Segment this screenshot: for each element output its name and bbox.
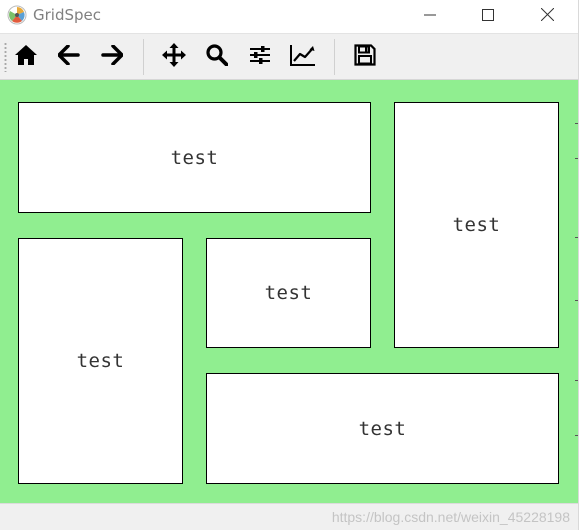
axes-text: test	[452, 214, 501, 236]
edge-tick-mark	[575, 237, 578, 238]
save-icon	[354, 44, 376, 70]
axes-text: test	[358, 417, 407, 440]
edge-tick-mark	[575, 300, 578, 301]
arrow-right-icon	[101, 44, 124, 69]
maximize-icon	[482, 6, 494, 25]
navigation-toolbar	[0, 33, 578, 80]
axes-left-tall[interactable]: test	[18, 238, 183, 484]
toolbar-grip[interactable]	[4, 42, 7, 72]
configure-subplots-button[interactable]	[242, 40, 278, 74]
home-icon	[14, 44, 38, 70]
edge-tick-mark	[575, 123, 578, 124]
edge-tick-mark	[575, 380, 578, 381]
axes-text: test	[170, 146, 219, 169]
axes-text: test	[264, 282, 313, 304]
pan-button[interactable]	[156, 40, 192, 74]
figure-canvas[interactable]: test test test test test	[0, 80, 578, 503]
title-bar[interactable]: GridSpec	[0, 0, 578, 31]
toolbar-separator	[143, 39, 144, 75]
minimize-icon	[424, 6, 436, 25]
figure-window: GridSpec test test test test test https:…	[0, 0, 579, 530]
axes-top-left[interactable]: test	[18, 102, 371, 213]
axes-right-tall[interactable]: test	[394, 102, 559, 348]
edit-axis-button[interactable]	[285, 40, 321, 74]
toolbar-separator	[334, 39, 335, 75]
edge-tick-mark	[575, 158, 578, 159]
status-bar: https://blog.csdn.net/weixin_45228198	[0, 503, 578, 530]
matplotlib-logo-icon	[7, 5, 27, 25]
axes-text: test	[76, 350, 125, 372]
close-icon	[540, 6, 554, 25]
sliders-icon	[249, 45, 271, 69]
edge-tick-mark	[575, 435, 578, 436]
forward-button[interactable]	[94, 40, 130, 74]
save-button[interactable]	[347, 40, 383, 74]
arrow-left-icon	[57, 44, 80, 69]
move-icon	[162, 43, 186, 71]
zoom-icon	[206, 44, 229, 70]
axes-center[interactable]: test	[206, 238, 371, 348]
close-button[interactable]	[518, 0, 576, 30]
minimize-button[interactable]	[401, 0, 459, 30]
watermark-text: https://blog.csdn.net/weixin_45228198	[331, 509, 570, 525]
zoom-button[interactable]	[199, 40, 235, 74]
line-chart-icon	[290, 44, 316, 70]
maximize-button[interactable]	[459, 0, 517, 30]
home-button[interactable]	[8, 40, 44, 74]
window-title: GridSpec	[33, 6, 101, 24]
back-button[interactable]	[51, 40, 87, 74]
axes-bottom-wide[interactable]: test	[206, 373, 559, 484]
